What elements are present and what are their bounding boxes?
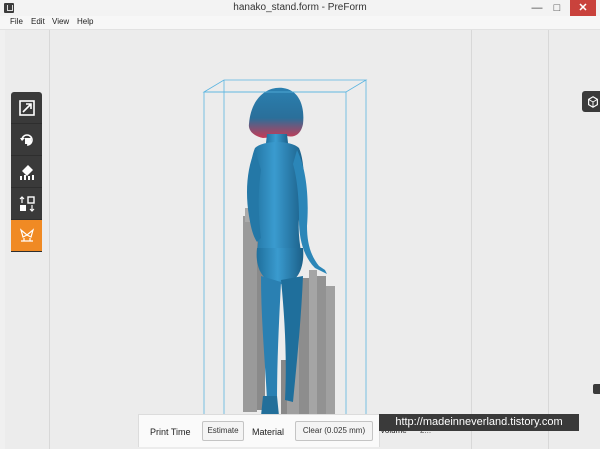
estimate-button[interactable]: Estimate — [202, 421, 244, 441]
zoom-slider-handle[interactable] — [593, 384, 600, 394]
view-cube-icon — [587, 95, 598, 108]
minimize-button[interactable]: — — [528, 0, 546, 16]
view-options-button[interactable] — [582, 91, 600, 112]
scale-tool[interactable] — [11, 92, 42, 124]
layout-icon — [19, 164, 34, 180]
close-button[interactable]: ✕ — [570, 0, 596, 16]
layout-tool[interactable] — [11, 188, 42, 220]
maximize-button[interactable]: □ — [548, 0, 566, 16]
rotate-icon — [19, 133, 33, 146]
scene — [202, 79, 368, 416]
arrange-icon — [19, 195, 35, 212]
menu-file[interactable]: File — [10, 17, 23, 26]
tool-palette — [11, 92, 42, 252]
print-time-label: Print Time — [150, 427, 191, 437]
orientation-tool[interactable] — [11, 156, 42, 188]
resize-arrow-icon — [18, 99, 35, 116]
title-bar: hanako_stand.form - PreForm — □ ✕ — [0, 0, 600, 16]
job-info-bar: Print Time Estimate Material Clear (0.02… — [138, 414, 380, 447]
menu-help[interactable]: Help — [77, 17, 93, 26]
menu-view[interactable]: View — [52, 17, 69, 26]
menu-bar: File Edit View Help — [0, 16, 600, 30]
supports-tool[interactable] — [11, 220, 42, 252]
window-title: hanako_stand.form - PreForm — [233, 2, 367, 13]
supports-icon — [19, 227, 34, 242]
material-select[interactable]: Clear (0.025 mm) — [295, 421, 373, 441]
rotate-tool[interactable] — [11, 124, 42, 156]
menu-edit[interactable]: Edit — [31, 17, 45, 26]
material-label: Material — [252, 427, 285, 437]
watermark-url: http://madeinneverland.tistory.com — [379, 414, 579, 431]
3d-viewport[interactable] — [5, 30, 600, 449]
